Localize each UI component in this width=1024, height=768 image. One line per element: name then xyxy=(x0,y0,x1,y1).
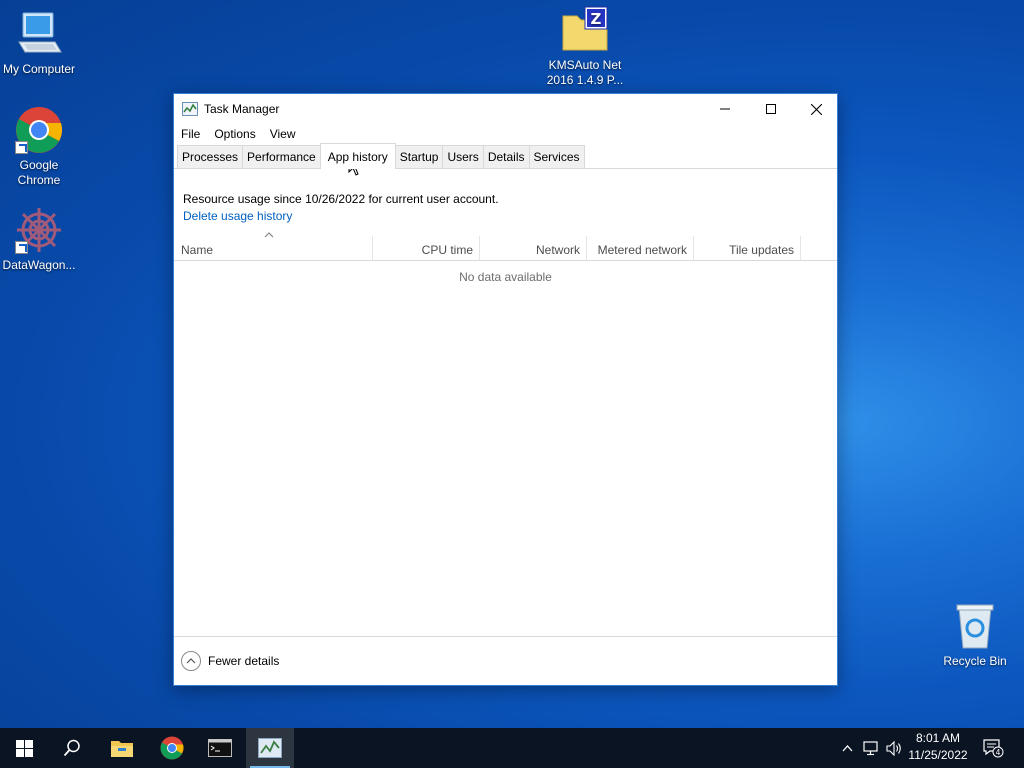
column-header-label: Tile updates xyxy=(729,243,794,257)
search-icon xyxy=(63,739,80,757)
taskbar-task-manager[interactable] xyxy=(246,728,294,768)
tab-startup[interactable]: Startup xyxy=(394,145,444,168)
tray-volume-button[interactable] xyxy=(884,728,904,768)
desktop-icon-datawagon[interactable]: DataWagon... xyxy=(0,206,78,273)
desktop-icon-label: Recycle Bin xyxy=(943,654,1007,668)
desktop-icon-kmsauto[interactable]: Z KMSAuto Net 2016 1.4.9 P... xyxy=(546,6,624,88)
chrome-icon xyxy=(160,736,184,760)
tab-details[interactable]: Details xyxy=(482,145,530,168)
tab-performance[interactable]: Performance xyxy=(242,145,321,168)
task-manager-icon xyxy=(258,738,282,758)
tab-app-history[interactable]: App history xyxy=(319,143,396,169)
folder-icon xyxy=(111,741,133,757)
column-header-label: Name xyxy=(181,243,214,257)
column-header-row: Name CPU time Network Metered network Ti… xyxy=(174,232,837,261)
menu-file[interactable]: File xyxy=(181,127,200,141)
tab-processes[interactable]: Processes xyxy=(177,145,244,168)
computer-icon xyxy=(15,10,63,58)
task-manager-icon xyxy=(182,102,198,116)
search-button[interactable] xyxy=(48,728,96,768)
desktop-icon-label: Google Chrome xyxy=(17,158,61,187)
window-title: Task Manager xyxy=(204,102,280,116)
column-header-tile-updates[interactable]: Tile updates xyxy=(694,236,801,261)
chevron-up-icon xyxy=(842,744,852,751)
clock-time: 8:01 AM xyxy=(915,731,961,745)
desktop-icon-google-chrome[interactable]: Google Chrome xyxy=(0,106,78,188)
tray-show-hidden-button[interactable] xyxy=(838,728,856,768)
tab-strip: Processes Performance App history Startu… xyxy=(174,143,837,169)
fewer-details-button[interactable]: Fewer details xyxy=(208,654,279,668)
delete-usage-history-link[interactable]: Delete usage history xyxy=(183,209,292,223)
close-icon xyxy=(810,103,822,115)
resource-usage-text: Resource usage since 10/26/2022 for curr… xyxy=(183,192,499,206)
speaker-icon xyxy=(885,740,901,756)
network-icon xyxy=(862,740,878,755)
footer-bar: Fewer details xyxy=(174,636,837,685)
desktop-icon-my-computer[interactable]: My Computer xyxy=(0,10,78,77)
column-header-label: CPU time xyxy=(421,243,473,257)
taskbar-clock[interactable]: 8:01 AM 11/25/2022 xyxy=(905,730,971,764)
column-header-label: Metered network xyxy=(597,243,687,257)
menu-view[interactable]: View xyxy=(270,127,296,141)
close-button[interactable] xyxy=(793,94,839,124)
start-button[interactable] xyxy=(0,728,48,768)
desktop-icon-label: DataWagon... xyxy=(2,258,76,272)
desktop-icon-label: KMSAuto Net 2016 1.4.9 P... xyxy=(546,58,624,87)
recycle-bin-icon xyxy=(951,602,999,650)
tab-services[interactable]: Services xyxy=(528,145,585,168)
clock-date: 11/25/2022 xyxy=(908,748,968,762)
minimize-button[interactable] xyxy=(702,94,748,124)
shortcut-arrow-icon xyxy=(15,241,28,254)
column-header-network[interactable]: Network xyxy=(480,236,587,261)
maximize-icon xyxy=(766,104,776,114)
notification-icon: 4 xyxy=(983,739,1004,758)
column-header-name[interactable]: Name xyxy=(174,232,373,261)
tab-users[interactable]: Users xyxy=(442,145,484,168)
sort-ascending-icon xyxy=(264,232,274,238)
archive-folder-icon: Z xyxy=(561,6,609,54)
taskbar: 8:01 AM 11/25/2022 4 xyxy=(0,728,1024,768)
chevron-up-circle-icon[interactable] xyxy=(181,651,201,671)
minimize-icon xyxy=(720,108,730,110)
app-history-panel: Resource usage since 10/26/2022 for curr… xyxy=(174,170,837,636)
chrome-icon xyxy=(15,106,63,154)
empty-state-text: No data available xyxy=(459,270,552,284)
maximize-button[interactable] xyxy=(748,94,794,124)
shortcut-arrow-icon xyxy=(15,141,28,154)
menu-options[interactable]: Options xyxy=(214,127,255,141)
terminal-icon xyxy=(208,739,232,757)
tray-network-button[interactable] xyxy=(860,728,882,768)
menu-bar: File Options View xyxy=(174,124,837,143)
datawagon-icon xyxy=(15,206,63,254)
action-center-button[interactable]: 4 xyxy=(978,728,1008,768)
title-bar[interactable]: Task Manager xyxy=(174,94,837,124)
taskbar-file-explorer[interactable] xyxy=(98,728,146,768)
taskbar-chrome[interactable] xyxy=(148,728,196,768)
desktop-icon-label: My Computer xyxy=(2,62,76,76)
column-header-label: Network xyxy=(535,243,580,257)
windows-logo-icon xyxy=(15,739,33,757)
taskbar-command-prompt[interactable] xyxy=(196,728,244,768)
svg-text:Z: Z xyxy=(591,10,602,28)
task-manager-window: Task Manager File Options View Processes… xyxy=(173,93,838,686)
notification-count: 4 xyxy=(996,748,1001,757)
column-header-cpu-time[interactable]: CPU time xyxy=(373,236,480,261)
column-header-metered-network[interactable]: Metered network xyxy=(587,236,694,261)
desktop-icon-recycle-bin[interactable]: Recycle Bin xyxy=(936,602,1014,669)
